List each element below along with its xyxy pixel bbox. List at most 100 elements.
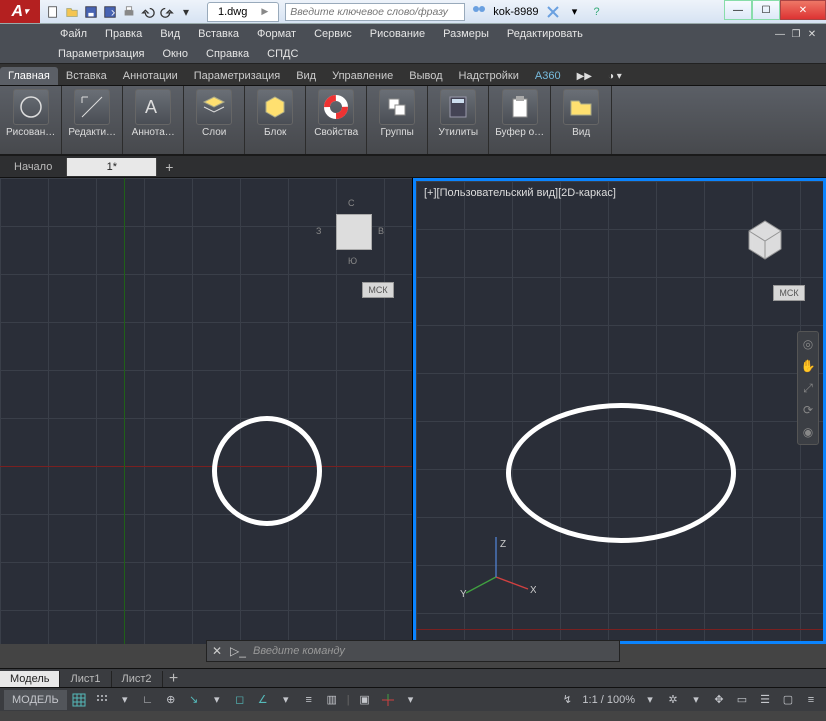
redo-icon[interactable] [158,3,176,21]
mdi-min-icon[interactable]: — [772,27,788,41]
saveas-icon[interactable] [101,3,119,21]
status-dd4-icon[interactable]: ▾ [400,690,422,710]
rtab-addins[interactable]: Надстройки [451,67,527,85]
rtab-manage[interactable]: Управление [324,67,401,85]
minimize-button[interactable]: — [724,0,752,20]
menu-insert[interactable]: Вставка [190,26,247,42]
status-gear-icon[interactable]: ✲ [662,690,684,710]
rtab-param[interactable]: Параметризация [186,67,288,85]
status-tran-icon[interactable]: ▥ [321,690,343,710]
layers-button[interactable]: Слои [190,89,238,138]
nav-zoom-icon[interactable]: ⤢ [800,380,816,396]
rtab-view[interactable]: Вид [288,67,324,85]
maximize-button[interactable]: ☐ [752,0,780,20]
exchange-icon[interactable] [545,4,561,20]
menu-help[interactable]: Справка [198,46,257,62]
viewport-right[interactable]: [+][Пользовательский вид][2D-каркас] МСК… [413,178,826,644]
command-line[interactable]: ✕ ▷_ Введите команду [206,640,620,662]
rtab-output[interactable]: Вывод [401,67,450,85]
status-dd5-icon[interactable]: ▾ [639,690,661,710]
groups-button[interactable]: Группы [373,89,421,138]
status-ann-icon[interactable]: ✥ [708,690,730,710]
menu-tools[interactable]: Сервис [306,26,360,42]
username[interactable]: kok-8989 [493,6,538,18]
cmd-input[interactable]: Введите команду [249,645,619,657]
status-dd3-icon[interactable]: ▾ [275,690,297,710]
mdi-restore-icon[interactable]: ❐ [788,27,804,41]
doc-add-button[interactable]: + [157,159,181,175]
status-snap-icon[interactable] [91,690,113,710]
viewport-label[interactable]: [+][Пользовательский вид][2D-каркас] [424,187,616,199]
wcs-badge-left[interactable]: МСК [362,282,394,298]
rtab-a360[interactable]: A360 [527,67,569,85]
viewcube-left[interactable]: СЮ ЗВ [314,196,394,276]
menu-window[interactable]: Окно [154,46,196,62]
doc-tab-start[interactable]: Начало [0,158,67,176]
status-dd6-icon[interactable]: ▾ [685,690,707,710]
rtab-insert[interactable]: Вставка [58,67,115,85]
close-button[interactable]: ✕ [780,0,826,20]
status-cui-icon[interactable]: ☰ [754,690,776,710]
menu-param[interactable]: Параметризация [50,46,152,62]
nav-orbit-icon[interactable]: ⟳ [800,402,816,418]
menu-edit[interactable]: Правка [97,26,150,42]
status-scale[interactable]: 1:1 / 100% [579,690,638,710]
rtab-minimize-icon[interactable]: ◑ ▾ [600,68,630,85]
status-menu-icon[interactable]: ≡ [800,690,822,710]
status-model[interactable]: МОДЕЛЬ [4,690,67,710]
status-polar-icon[interactable]: ⊕ [160,690,182,710]
save-icon[interactable] [82,3,100,21]
mdi-close-icon[interactable]: ✕ [804,27,820,41]
layout-add-button[interactable]: + [163,670,185,688]
status-qp-icon[interactable]: ↯ [556,690,578,710]
nav-pan-icon[interactable]: ✋ [800,358,816,374]
nav-wheel-icon[interactable]: ◉ [800,424,816,440]
menu-modify[interactable]: Редактировать [499,26,591,42]
status-sel-icon[interactable]: ▣ [354,690,376,710]
open-icon[interactable] [63,3,81,21]
viewport-left[interactable]: СЮ ЗВ МСК [0,178,413,644]
annot-button[interactable]: AАннота… [129,89,177,138]
rtab-home[interactable]: Главная [0,67,58,85]
status-clean-icon[interactable]: ▢ [777,690,799,710]
viewcube-right[interactable] [725,199,805,279]
stayconn-icon[interactable]: ▾ [567,4,583,20]
help-icon[interactable]: ? [589,4,605,20]
signin-icon[interactable] [471,4,487,20]
draw-button[interactable]: Рисован… [6,89,55,138]
nav-full-icon[interactable]: ◎ [800,336,816,352]
status-iso-icon[interactable]: ↘ [183,690,205,710]
menu-view[interactable]: Вид [152,26,188,42]
new-icon[interactable] [44,3,62,21]
doc-tab-file[interactable]: 1* [67,158,157,176]
app-logo[interactable]: A▾ [0,0,40,23]
status-gizmo-icon[interactable] [377,690,399,710]
props-button[interactable]: Свойства [312,89,360,138]
status-lwt-icon[interactable]: ≡ [298,690,320,710]
cmd-prompt-icon[interactable]: ▷_ [227,644,249,658]
status-dd1-icon[interactable]: ▾ [114,690,136,710]
edit-button[interactable]: Редакти… [68,89,116,138]
undo-icon[interactable] [139,3,157,21]
ellipse-object[interactable] [506,403,736,543]
menu-format[interactable]: Формат [249,26,304,42]
status-osnap-icon[interactable]: ◻ [229,690,251,710]
status-ortho-icon[interactable]: ∟ [137,690,159,710]
utils-button[interactable]: Утилиты [434,89,482,138]
qat-dd-icon[interactable]: ▾ [177,3,195,21]
search-input[interactable] [285,3,465,21]
layout-sheet1[interactable]: Лист1 [60,671,111,687]
menu-draw[interactable]: Рисование [362,26,433,42]
menu-spds[interactable]: СПДС [259,46,306,62]
view-button[interactable]: Вид [557,89,605,138]
status-otrack-icon[interactable]: ∠ [252,690,274,710]
rtab-annot[interactable]: Аннотации [115,67,186,85]
circle-object[interactable] [212,416,322,526]
print-icon[interactable] [120,3,138,21]
layout-sheet2[interactable]: Лист2 [112,671,163,687]
status-max-icon[interactable]: ▭ [731,690,753,710]
status-grid-icon[interactable] [68,690,90,710]
status-dd2-icon[interactable]: ▾ [206,690,228,710]
wcs-badge-right[interactable]: МСК [773,285,805,301]
rtab-express[interactable]: ▶▶ [569,68,600,85]
